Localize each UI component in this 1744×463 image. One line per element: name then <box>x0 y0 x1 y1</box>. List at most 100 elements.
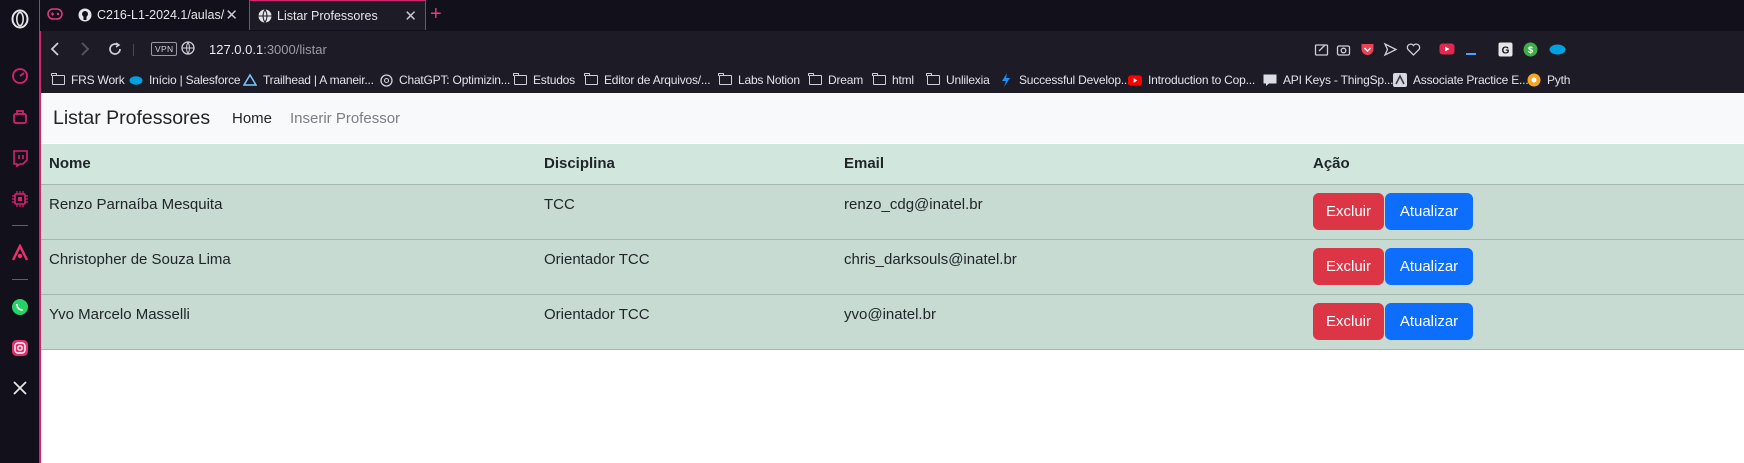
twitch-icon[interactable] <box>8 146 32 170</box>
bookmark-item[interactable]: Trailhead | A maneir... <box>243 69 374 91</box>
tab-listar-professores[interactable]: Listar Professores ✕ <box>249 0 426 30</box>
salesforce-icon <box>129 73 143 87</box>
new-tab-button[interactable]: + <box>430 3 442 25</box>
cell-email: chris_darksouls@inatel.br <box>836 239 1305 295</box>
url-path: :3000/listar <box>263 42 327 57</box>
bookmark-label: ChatGPT: Optimizin... <box>399 73 511 87</box>
cell-disciplina: TCC <box>536 184 836 240</box>
svg-text:G: G <box>1501 45 1509 56</box>
bookmark-label: Pyth <box>1547 73 1571 87</box>
table-row: Christopher de Souza Lima Orientador TCC… <box>41 239 1744 295</box>
bookmark-item[interactable]: Labs Notion <box>718 69 800 91</box>
folder-icon <box>926 73 940 87</box>
tab-strip: C216-L1-2024.1/aulas/prat ✕ Listar Profe… <box>40 0 1744 31</box>
extension-underscore-icon[interactable] <box>1462 40 1480 58</box>
bookmark-item[interactable]: Unlilexia <box>926 69 990 91</box>
column-header-nome: Nome <box>41 144 536 185</box>
cell-disciplina: Orientador TCC <box>536 239 836 295</box>
heart-icon[interactable] <box>1404 40 1422 58</box>
professors-table: Nome Disciplina Email Ação Renzo Parnaíb… <box>41 144 1744 350</box>
bookmark-item[interactable]: Editor de Arquivos/... <box>584 69 711 91</box>
cpu-icon[interactable] <box>8 187 32 211</box>
bookmark-label: Dream <box>828 73 864 87</box>
bookmark-item[interactable]: API Keys - ThingSp... <box>1263 69 1394 91</box>
bookmark-label: Estudos <box>533 73 575 87</box>
bookmark-label: html <box>892 73 914 87</box>
associate-icon <box>1393 73 1407 87</box>
vpn-badge[interactable]: VPN <box>151 42 178 56</box>
snapshot-icon[interactable] <box>1312 40 1330 58</box>
svg-text:$: $ <box>1527 45 1532 55</box>
send-icon[interactable] <box>1381 40 1399 58</box>
bookmark-item[interactable]: Introduction to Cop... <box>1128 69 1255 91</box>
close-icon[interactable]: ✕ <box>225 6 238 24</box>
salesforce-extension-icon[interactable] <box>1548 40 1566 58</box>
folder-icon <box>872 73 886 87</box>
camera-icon[interactable] <box>1334 40 1352 58</box>
bookmark-item[interactable]: Associate Practice E... <box>1393 69 1529 91</box>
excluir-button[interactable]: Excluir <box>1313 303 1384 340</box>
bookmark-label: Trailhead | A maneir... <box>263 73 374 87</box>
github-icon <box>78 8 92 22</box>
forward-button[interactable] <box>79 40 91 63</box>
tab-title: C216-L1-2024.1/aulas/prat <box>97 8 225 22</box>
sidebar-divider <box>12 225 28 226</box>
bookmark-label: Unlilexia <box>946 73 990 87</box>
cell-nome: Renzo Parnaíba Mesquita <box>41 184 536 240</box>
bookmark-item[interactable]: Estudos <box>513 69 575 91</box>
opera-logo-icon[interactable] <box>8 7 32 31</box>
extension-red-icon[interactable] <box>1438 40 1456 58</box>
aria-icon[interactable] <box>8 241 32 265</box>
x-twitter-icon[interactable] <box>8 376 32 400</box>
column-header-disciplina: Disciplina <box>536 144 836 185</box>
bookmark-item[interactable]: ChatGPT: Optimizin... <box>379 69 510 91</box>
grammarly-icon[interactable]: G <box>1496 40 1514 58</box>
cell-email: renzo_cdg@inatel.br <box>836 184 1305 240</box>
site-info-icon[interactable] <box>181 41 195 60</box>
workspace-icon[interactable] <box>8 105 32 129</box>
tab-gamepad[interactable] <box>40 0 70 30</box>
tab-github[interactable]: C216-L1-2024.1/aulas/prat ✕ <box>70 0 246 30</box>
bookmark-label: Successful Develop... <box>1019 73 1131 87</box>
bookmark-item[interactable]: FRS Work <box>51 69 125 91</box>
bookmark-label: Introduction to Cop... <box>1148 73 1255 87</box>
atualizar-button[interactable]: Atualizar <box>1385 303 1473 340</box>
nav-link-inserir-professor[interactable]: Inserir Professor <box>290 110 400 127</box>
folder-icon <box>718 73 732 87</box>
divider <box>133 44 134 56</box>
bookmark-label: API Keys - ThingSp... <box>1283 73 1394 87</box>
excluir-button[interactable]: Excluir <box>1313 193 1384 230</box>
url-host: 127.0.0.1 <box>209 42 264 57</box>
close-icon[interactable]: ✕ <box>404 7 417 25</box>
folder-icon <box>513 73 527 87</box>
cell-acao: Excluir Atualizar <box>1305 184 1744 240</box>
excluir-button[interactable]: Excluir <box>1313 248 1384 285</box>
url-field[interactable]: 127.0.0.1:3000/listar <box>209 42 327 57</box>
nav-link-home[interactable]: Home <box>232 110 272 127</box>
bookmark-item[interactable]: Successful Develop... <box>999 69 1130 91</box>
table-row: Renzo Parnaíba Mesquita TCC renzo_cdg@in… <box>41 184 1744 240</box>
reload-button[interactable] <box>107 40 123 63</box>
pocket-icon[interactable] <box>1358 40 1376 58</box>
bookmarks-bar: FRS Work Início | Salesforce Trailhead |… <box>40 69 1744 93</box>
folder-icon <box>584 73 598 87</box>
atualizar-button[interactable]: Atualizar <box>1385 193 1473 230</box>
navbar-brand[interactable]: Listar Professores <box>53 107 210 130</box>
browser-sidebar <box>0 0 40 463</box>
whatsapp-icon[interactable] <box>8 295 32 319</box>
bookmark-item[interactable]: Pyth <box>1527 69 1570 91</box>
bookmark-item[interactable]: html <box>872 69 914 91</box>
instagram-icon[interactable] <box>8 336 32 360</box>
lightning-icon <box>999 73 1013 87</box>
bookmark-item[interactable]: Início | Salesforce <box>129 69 241 91</box>
bookmark-label: Labs Notion <box>738 73 800 87</box>
atualizar-button[interactable]: Atualizar <box>1385 248 1473 285</box>
speed-dial-icon[interactable] <box>8 64 32 88</box>
back-button[interactable] <box>49 40 61 63</box>
dollar-extension-icon[interactable]: $ <box>1521 40 1539 58</box>
bookmark-label: FRS Work <box>71 73 125 87</box>
navbar: Listar Professores Home Inserir Professo… <box>41 93 1744 143</box>
bookmark-item[interactable]: Dream <box>808 69 863 91</box>
folder-icon <box>808 73 822 87</box>
bookmark-label: Editor de Arquivos/... <box>604 73 711 87</box>
